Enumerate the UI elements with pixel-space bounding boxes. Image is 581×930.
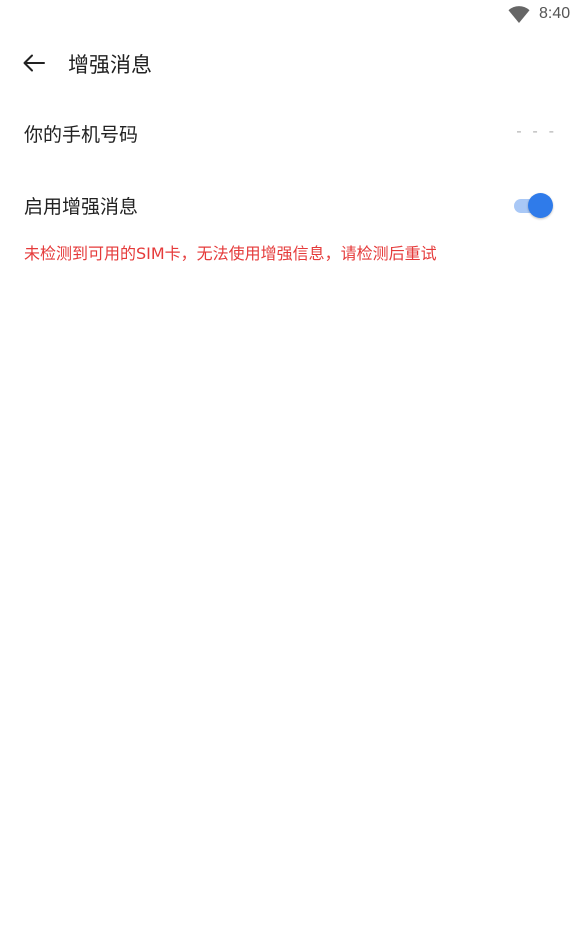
back-button[interactable]	[14, 47, 54, 79]
arrow-left-icon	[23, 54, 45, 72]
enhanced-messaging-row[interactable]: 启用增强消息	[0, 180, 581, 230]
status-time: 8:40	[539, 5, 571, 22]
enhanced-messaging-label: 启用增强消息	[24, 196, 139, 218]
sim-error-message: 未检测到可用的SIM卡，无法使用增强信息，请检测后重试	[24, 244, 437, 263]
phone-number-label: 你的手机号码	[24, 124, 139, 146]
page-title: 增强消息	[68, 53, 152, 77]
toggle-thumb	[528, 193, 553, 218]
status-bar: 8:40	[0, 0, 581, 30]
wifi-icon	[508, 6, 530, 24]
enhanced-messaging-toggle[interactable]	[512, 192, 554, 218]
phone-number-value: - - -	[516, 122, 557, 140]
app-bar: 增强消息	[0, 30, 581, 96]
phone-number-row[interactable]: 你的手机号码 - - -	[0, 108, 581, 158]
